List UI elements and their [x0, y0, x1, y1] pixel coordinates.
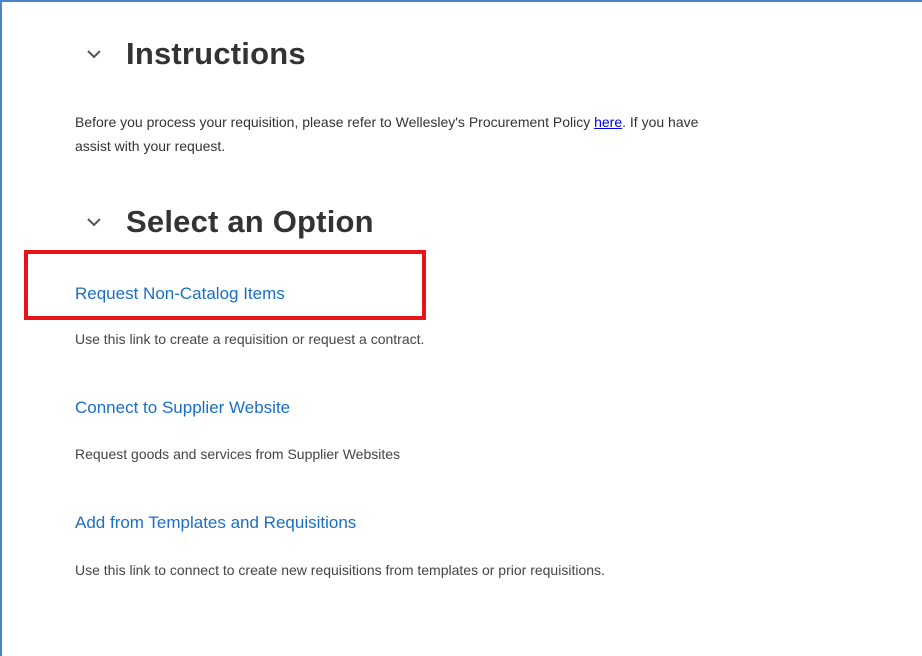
procurement-policy-link[interactable]: here: [594, 114, 622, 130]
add-from-templates-description: Use this link to connect to create new r…: [75, 562, 605, 578]
connect-to-supplier-website-link[interactable]: Connect to Supplier Website: [75, 398, 290, 418]
page-frame: [0, 0, 922, 656]
request-non-catalog-items-description: Use this link to create a requisition or…: [75, 331, 425, 347]
instructions-title: Instructions: [126, 36, 306, 71]
chevron-down-icon[interactable]: [84, 212, 104, 232]
select-option-title: Select an Option: [126, 204, 374, 239]
instructions-text-line2: assist with your request.: [75, 138, 226, 154]
chevron-down-icon[interactable]: [84, 44, 104, 64]
request-non-catalog-items-link[interactable]: Request Non-Catalog Items: [75, 284, 285, 304]
select-option-section-header[interactable]: Select an Option: [84, 204, 374, 240]
connect-to-supplier-website-description: Request goods and services from Supplier…: [75, 446, 401, 462]
instructions-text-after: . If you have: [622, 114, 699, 130]
instructions-section-header[interactable]: Instructions: [84, 36, 306, 72]
add-from-templates-link[interactable]: Add from Templates and Requisitions: [75, 513, 356, 533]
instructions-text-before: Before you process your requisition, ple…: [75, 114, 595, 130]
instructions-text: Before you process your requisition, ple…: [75, 110, 922, 158]
